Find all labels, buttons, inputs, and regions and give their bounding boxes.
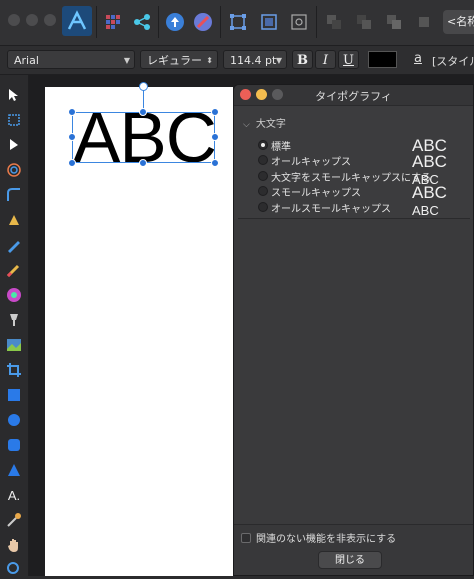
panel-body: [234, 219, 473, 524]
radio-all-caps[interactable]: [258, 155, 268, 165]
style-dropdown[interactable]: <名称未: [443, 10, 474, 34]
selection-box: [72, 112, 215, 163]
triangle-tool-icon[interactable]: [4, 460, 24, 480]
move-tool-icon[interactable]: [4, 85, 24, 105]
font-size-value: 114.4 pt: [230, 54, 277, 67]
order-back-icon[interactable]: [320, 8, 348, 36]
radio-caps-to-small-caps[interactable]: [258, 171, 268, 181]
align-icon[interactable]: [285, 8, 313, 36]
order-front-icon[interactable]: [410, 8, 438, 36]
section-label: 大文字: [255, 119, 286, 130]
radio-small-caps[interactable]: [258, 186, 268, 196]
typography-panel: タイポグラフィ ⌵ 大文字 標準 ABC オールキャップス ABC 大文字をスモー…: [233, 84, 474, 576]
app-icon[interactable]: [62, 6, 92, 36]
text-style-select[interactable]: [スタイル: [432, 53, 474, 69]
stepper-icon: ⬍: [206, 56, 213, 65]
window-close-dot[interactable]: [8, 14, 20, 26]
artboard-tool-icon[interactable]: [4, 110, 24, 130]
resize-handle[interactable]: [211, 133, 219, 141]
option-label: オールスモールキャップス: [271, 204, 391, 215]
option-label: オールキャップス: [271, 157, 351, 168]
grid-icon[interactable]: [99, 8, 127, 36]
radio-normal[interactable]: [258, 140, 268, 150]
bold-button[interactable]: B: [292, 50, 313, 69]
snap-icon[interactable]: [224, 8, 252, 36]
text-color-swatch[interactable]: [368, 51, 397, 68]
option-label: 標準: [271, 142, 291, 153]
close-button[interactable]: 閉じる: [318, 551, 382, 569]
order-backward-icon[interactable]: [350, 8, 378, 36]
chevron-down-icon: ▼: [123, 56, 130, 65]
radio-all-small-caps[interactable]: [258, 202, 268, 212]
text-tool-icon[interactable]: A.: [4, 485, 24, 505]
node-tool-icon[interactable]: [4, 135, 24, 155]
resize-handle[interactable]: [68, 108, 76, 116]
resize-handle[interactable]: [139, 159, 147, 167]
hand-tool-icon[interactable]: [4, 535, 24, 555]
chevron-down-icon: ▼: [275, 56, 282, 65]
font-family-select[interactable]: Arial ▼: [7, 50, 135, 69]
panel-title: タイポグラフィ: [315, 90, 392, 103]
ellipse-tool-icon[interactable]: [4, 410, 24, 430]
font-size-field[interactable]: 114.4 pt ▼: [223, 50, 287, 69]
preview-all-small-caps: ABC: [412, 203, 439, 218]
top-toolbar: <名称未: [0, 0, 474, 46]
rectangle-tool-icon[interactable]: [4, 385, 24, 405]
zoom-tool-icon[interactable]: [4, 559, 24, 579]
hide-unrelated-checkbox[interactable]: [241, 533, 251, 543]
pen-nib-icon[interactable]: [189, 8, 217, 36]
resize-handle[interactable]: [211, 159, 219, 167]
order-forward-icon[interactable]: [380, 8, 408, 36]
option-label: スモールキャップス: [271, 188, 361, 199]
window-minimize-dot[interactable]: [26, 14, 38, 26]
transparency-tool-icon[interactable]: [4, 310, 24, 330]
font-family-value: Arial: [14, 54, 39, 67]
window-zoom-dot[interactable]: [44, 14, 56, 26]
font-style-value: レギュラー: [147, 54, 202, 67]
preview-small-caps: ABC: [412, 183, 447, 202]
share-icon[interactable]: [128, 8, 156, 36]
option-label: 大文字をスモールキャップスにする: [271, 173, 432, 184]
resize-handle[interactable]: [211, 108, 219, 116]
pencil-tool-icon[interactable]: [4, 235, 24, 255]
context-toolbar: Arial ▼ レギュラー ⬍ 114.4 pt ▼ B I U a [スタイル: [0, 46, 474, 75]
rotation-handle[interactable]: [139, 82, 148, 91]
vector-brush-icon[interactable]: [4, 260, 24, 280]
character-panel-link[interactable]: a: [414, 51, 422, 66]
upload-icon[interactable]: [161, 8, 189, 36]
resize-handle[interactable]: [68, 133, 76, 141]
font-style-select[interactable]: レギュラー ⬍: [140, 50, 218, 69]
rounded-rectangle-tool-icon[interactable]: [4, 435, 24, 455]
hide-unrelated-label: 関連のない機能を非表示にする: [256, 534, 397, 545]
chevron-down-icon: ⌵: [243, 120, 250, 130]
transform-icon[interactable]: [255, 8, 283, 36]
panel-footer: 関連のない機能を非表示にする 閉じる: [234, 524, 473, 575]
tools-panel: A.: [0, 75, 29, 576]
panel-titlebar: タイポグラフィ: [234, 85, 473, 106]
corner-tool-icon[interactable]: [4, 185, 24, 205]
eyedropper-tool-icon[interactable]: [4, 510, 24, 530]
underline-button[interactable]: U: [338, 50, 359, 69]
contour-tool-icon[interactable]: [4, 160, 24, 180]
resize-handle[interactable]: [139, 108, 147, 116]
section-capitals[interactable]: ⌵ 大文字: [243, 115, 286, 130]
resize-handle[interactable]: [68, 159, 76, 167]
crop-tool-icon[interactable]: [4, 360, 24, 380]
fill-tool-icon[interactable]: [4, 285, 24, 305]
italic-button[interactable]: I: [315, 50, 336, 69]
pen-tool-icon[interactable]: [4, 210, 24, 230]
place-image-icon[interactable]: [4, 335, 24, 355]
